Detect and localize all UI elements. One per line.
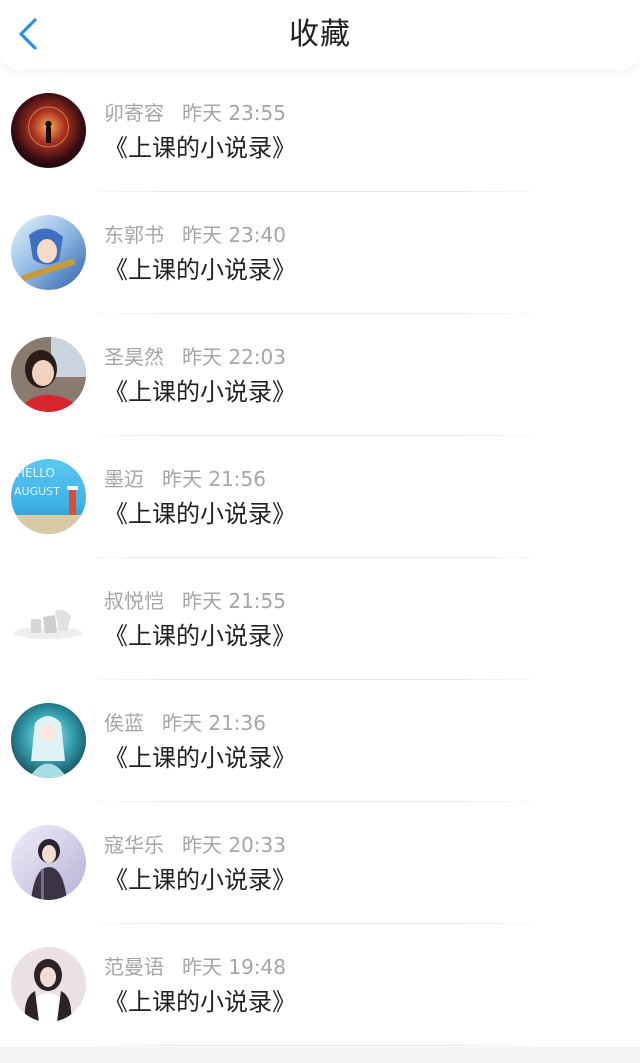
book-title[interactable]: 《上课的小说录》 [104,620,296,652]
avatar[interactable] [11,581,86,656]
svg-text:AUGUST: AUGUST [14,485,60,498]
list-item[interactable]: 范曼语 昨天 19:48 《上课的小说录》 [0,924,640,1046]
list-item[interactable]: HELLO AUGUST 墨迈 昨天 21:56 《上课的小说录》 [0,436,640,558]
timestamp: 昨天 21:56 [162,467,266,491]
avatar[interactable]: HELLO AUGUST [11,459,86,534]
book-title[interactable]: 《上课的小说录》 [104,864,296,896]
avatar[interactable] [11,215,86,290]
timestamp: 昨天 19:48 [182,955,286,979]
list-item[interactable]: 寇华乐 昨天 20:33 《上课的小说录》 [0,802,640,924]
avatar[interactable] [11,337,86,412]
divider [96,1045,532,1046]
svg-text:HELLO: HELLO [16,466,55,480]
list-item[interactable]: 俟蓝 昨天 21:36 《上课的小说录》 [0,680,640,802]
bottom-safe-area [0,1047,640,1063]
user-name[interactable]: 圣昊然 [104,345,164,369]
favorites-list: 卯寄容 昨天 23:55 《上课的小说录》 东郭书 昨天 23:40 《上课的小… [0,70,640,1046]
page-title: 收藏 [289,17,351,52]
nav-bar: 收藏 [0,0,640,70]
book-title[interactable]: 《上课的小说录》 [104,498,296,530]
avatar[interactable] [11,703,86,778]
user-name[interactable]: 寇华乐 [104,833,164,857]
user-name[interactable]: 东郭书 [104,223,164,247]
timestamp: 昨天 23:40 [182,223,286,247]
list-item[interactable]: 圣昊然 昨天 22:03 《上课的小说录》 [0,314,640,436]
book-title[interactable]: 《上课的小说录》 [104,254,296,286]
timestamp: 昨天 20:33 [182,833,286,857]
list-item[interactable]: 叔悦恺 昨天 21:55 《上课的小说录》 [0,558,640,680]
avatar[interactable] [11,947,86,1022]
user-name[interactable]: 卯寄容 [104,101,164,125]
book-title[interactable]: 《上课的小说录》 [104,986,296,1018]
item-meta: 圣昊然 昨天 22:03 [104,344,286,370]
item-meta: 东郭书 昨天 23:40 [104,222,286,248]
item-meta: 俟蓝 昨天 21:36 [104,710,266,736]
item-meta: 范曼语 昨天 19:48 [104,954,286,980]
book-title[interactable]: 《上课的小说录》 [104,132,296,164]
timestamp: 昨天 21:36 [162,711,266,735]
item-meta: 卯寄容 昨天 23:55 [104,100,286,126]
item-meta: 墨迈 昨天 21:56 [104,466,266,492]
timestamp: 昨天 23:55 [182,101,286,125]
avatar[interactable] [11,93,86,168]
user-name[interactable]: 俟蓝 [104,711,144,735]
user-name[interactable]: 叔悦恺 [104,589,164,613]
book-title[interactable]: 《上课的小说录》 [104,742,296,774]
list-item[interactable]: 卯寄容 昨天 23:55 《上课的小说录》 [0,70,640,192]
timestamp: 昨天 21:55 [182,589,286,613]
user-name[interactable]: 范曼语 [104,955,164,979]
list-item[interactable]: 东郭书 昨天 23:40 《上课的小说录》 [0,192,640,314]
book-title[interactable]: 《上课的小说录》 [104,376,296,408]
user-name[interactable]: 墨迈 [104,467,144,491]
timestamp: 昨天 22:03 [182,345,286,369]
item-meta: 寇华乐 昨天 20:33 [104,832,286,858]
item-meta: 叔悦恺 昨天 21:55 [104,588,286,614]
avatar[interactable] [11,825,86,900]
